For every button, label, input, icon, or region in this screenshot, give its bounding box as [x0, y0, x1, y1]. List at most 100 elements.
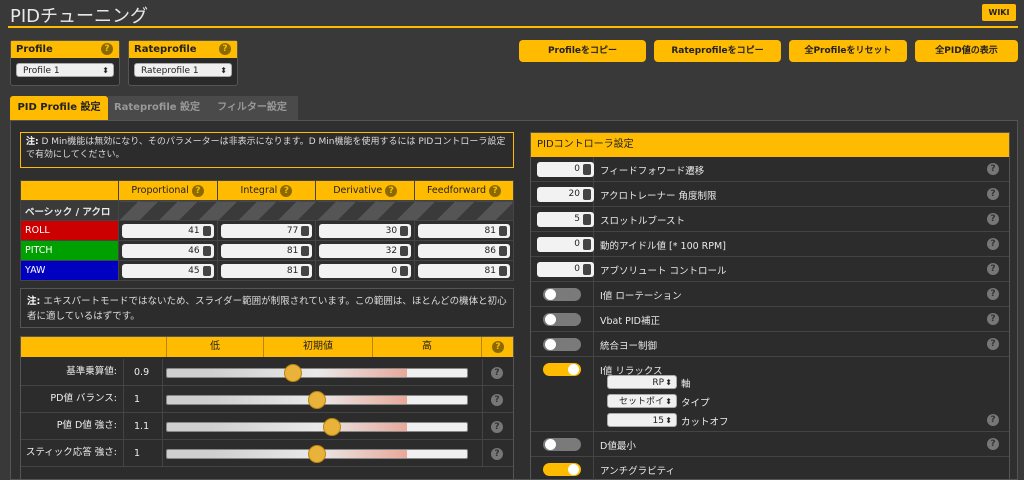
spinner-icon[interactable] [301, 225, 310, 236]
wiki-button[interactable]: WIKI [982, 4, 1016, 21]
help-icon[interactable]: ? [987, 438, 999, 450]
help-icon[interactable]: ? [987, 338, 999, 350]
controller-number-input[interactable]: 5 [537, 212, 594, 227]
controller-number-input[interactable]: 20 [537, 187, 594, 202]
help-icon[interactable]: ? [491, 447, 503, 460]
controller-number-input[interactable]: 0 [537, 262, 594, 277]
slider-track[interactable] [166, 367, 468, 378]
show-all-pid-button[interactable]: 全PID値の表示 [915, 40, 1018, 62]
yaw-ff-cell: 81 [414, 260, 514, 281]
tab-rateprofile[interactable]: Rateprofile 設定 [108, 96, 206, 120]
pitch-ff-input[interactable]: 86 [418, 243, 510, 258]
help-icon[interactable]: ? [987, 163, 999, 175]
yaw-p-input[interactable]: 45 [121, 263, 214, 278]
column-divider [593, 357, 594, 431]
i-relax-axis-select[interactable]: RP ⬍ [607, 375, 677, 389]
value: 0 [574, 164, 580, 174]
dmin-toggle[interactable] [543, 438, 581, 451]
spinner-icon[interactable] [583, 164, 591, 175]
i-relax-cutoff-select[interactable]: 15 ⬍ [607, 413, 677, 427]
profile-select[interactable]: Profile 1 ⬍ [16, 63, 114, 77]
tab-filter[interactable]: フィルター設定 [206, 96, 298, 120]
slider-row: P値 D値 強さ: 1.1? [21, 413, 513, 440]
roll-ff-input[interactable]: 81 [418, 223, 510, 238]
help-icon[interactable]: ? [987, 188, 999, 200]
spinner-icon[interactable] [499, 265, 507, 276]
spinner-icon[interactable] [202, 265, 211, 276]
controller-label: I値 ローテーション [600, 291, 682, 302]
help-icon[interactable]: ? [489, 184, 502, 197]
value: 86 [484, 245, 496, 256]
controller-label: Vbat PID補正 [600, 316, 660, 327]
help-icon[interactable]: ? [987, 213, 999, 225]
roll-p-input[interactable]: 41 [121, 223, 214, 238]
help-icon[interactable]: ? [987, 414, 999, 426]
help-icon[interactable]: ? [987, 313, 999, 325]
yaw-ff-input[interactable]: 81 [418, 263, 510, 278]
copy-rateprofile-button[interactable]: Rateprofileをコピー [654, 40, 781, 62]
value: 45 [188, 265, 200, 276]
controller-toggle[interactable] [543, 338, 581, 351]
slider-header-high: 高 [372, 337, 482, 357]
help-icon[interactable]: ? [280, 184, 293, 197]
controller-number-input[interactable]: 0 [537, 162, 594, 177]
help-icon[interactable]: ? [987, 238, 999, 250]
column-divider [482, 440, 483, 466]
yaw-d-input[interactable]: 0 [319, 263, 412, 278]
i-relax-toggle[interactable] [543, 363, 581, 376]
tab-pid-profile[interactable]: PID Profile 設定 [10, 96, 108, 120]
roll-i-input[interactable]: 77 [220, 223, 313, 238]
controller-toggle[interactable] [543, 288, 581, 301]
profile-header: Profile? [11, 41, 119, 58]
reset-all-profiles-button[interactable]: 全Profileをリセット [789, 40, 907, 62]
pitch-d-input[interactable]: 32 [319, 243, 412, 258]
slider-handle[interactable] [283, 363, 302, 382]
spinner-icon[interactable] [583, 264, 591, 275]
value: 81 [484, 225, 496, 236]
antigravity-label: アンチグラビティ [600, 466, 676, 477]
slider-handle[interactable] [323, 417, 342, 436]
rateprofile-select[interactable]: Rateprofile 1 ⬍ [134, 63, 232, 77]
value: 81 [286, 265, 299, 276]
help-icon[interactable]: ? [987, 263, 999, 275]
spinner-icon[interactable] [301, 245, 310, 256]
controller-number-input[interactable]: 0 [537, 237, 594, 252]
antigravity-toggle[interactable] [543, 463, 581, 476]
i-relax-type-select[interactable]: セットポイ ⬍ [607, 394, 677, 408]
slider-track[interactable] [166, 421, 468, 432]
controller-row: 0 アブソリュート コントロール? [531, 257, 1009, 282]
column-divider [593, 307, 594, 331]
slider-label: PD値 バランス: [50, 393, 117, 404]
spinner-icon[interactable] [301, 265, 310, 276]
spinner-icon[interactable] [400, 265, 409, 276]
spinner-icon[interactable] [499, 225, 507, 236]
slider-handle[interactable] [308, 444, 326, 463]
yaw-i-input[interactable]: 81 [220, 263, 313, 278]
spinner-icon[interactable] [583, 239, 591, 250]
help-icon[interactable]: ? [987, 288, 999, 300]
spinner-icon[interactable] [202, 225, 211, 236]
help-icon[interactable]: ? [491, 393, 503, 406]
controller-row: Vbat PID補正? [531, 307, 1009, 332]
controller-toggle[interactable] [543, 313, 581, 326]
header-label: Derivative [333, 184, 383, 196]
slider-handle[interactable] [308, 390, 326, 409]
help-icon[interactable]: ? [491, 420, 503, 433]
spinner-icon[interactable] [499, 245, 507, 256]
help-icon[interactable]: ? [101, 43, 113, 55]
help-icon[interactable]: ? [492, 341, 504, 353]
spinner-icon[interactable] [583, 189, 591, 200]
spinner-icon[interactable] [583, 214, 591, 225]
roll-d-input[interactable]: 30 [319, 223, 412, 238]
pitch-i-input[interactable]: 81 [220, 243, 313, 258]
pitch-p-cell: 46 [117, 240, 218, 261]
spinner-icon[interactable] [400, 245, 409, 256]
copy-profile-button[interactable]: Profileをコピー [519, 40, 646, 62]
help-icon[interactable]: ? [491, 366, 503, 379]
help-icon[interactable]: ? [385, 184, 398, 197]
pitch-p-input[interactable]: 46 [121, 243, 214, 258]
help-icon[interactable]: ? [191, 184, 204, 197]
spinner-icon[interactable] [202, 245, 211, 256]
help-icon[interactable]: ? [219, 43, 231, 55]
spinner-icon[interactable] [400, 225, 409, 236]
